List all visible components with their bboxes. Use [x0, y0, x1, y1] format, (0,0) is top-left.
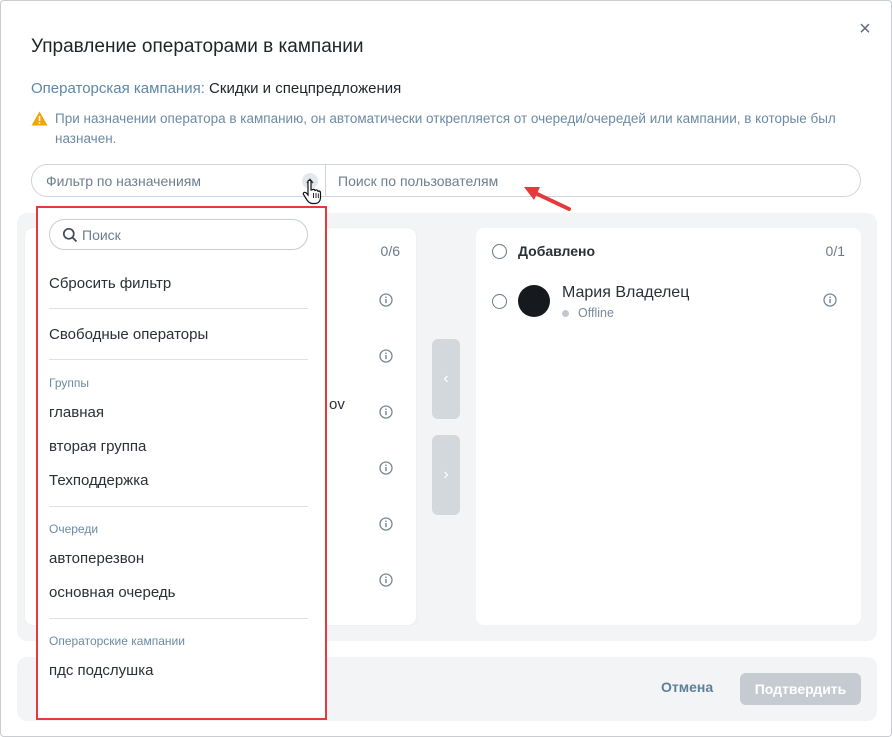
warning-message: При назначении оператора в кампанию, он …: [31, 109, 851, 149]
close-icon[interactable]: ×: [855, 19, 875, 39]
info-icon[interactable]: [379, 293, 393, 307]
confirm-button[interactable]: Подтвердить: [740, 673, 861, 705]
filter-bar: Фильтр по назначениям Поиск по пользоват…: [31, 164, 861, 197]
hand-cursor-icon: [302, 179, 322, 205]
annotation-arrow-icon: [524, 187, 571, 211]
search-icon: [62, 227, 78, 242]
operator-name-fragment: ov: [329, 396, 345, 413]
user-search-input[interactable]: Поиск по пользователям: [326, 165, 860, 196]
info-icon[interactable]: [823, 293, 837, 307]
divider: [49, 506, 308, 507]
divider: [49, 308, 308, 309]
queues-section-title: Очереди: [49, 522, 99, 536]
operators-modal: × Управление операторами в кампании Опер…: [0, 0, 892, 737]
assignment-filter-select[interactable]: Фильтр по назначениям: [32, 165, 326, 196]
info-icon[interactable]: [379, 517, 393, 531]
campaign-line: Операторская кампания: Скидки и спецпред…: [31, 80, 401, 97]
move-right-button[interactable]: ›: [432, 435, 460, 515]
operator-name: Мария Владелец: [562, 284, 690, 301]
operator-status: Offline: [562, 306, 614, 320]
info-icon[interactable]: [379, 461, 393, 475]
info-icon[interactable]: [379, 573, 393, 587]
assignment-filter-dropdown: Поиск Сбросить фильтр Свободные оператор…: [36, 206, 327, 720]
campaign-label: Операторская кампания:: [31, 80, 205, 97]
cancel-button[interactable]: Отмена: [661, 679, 713, 695]
group-option[interactable]: главная: [49, 404, 104, 421]
warning-text: При назначении оператора в кампанию, он …: [55, 111, 836, 146]
free-operators-option[interactable]: Свободные операторы: [49, 326, 208, 343]
campaign-option[interactable]: пдс подслушка: [49, 662, 153, 679]
select-all-checkbox[interactable]: [492, 244, 507, 259]
added-header-label: Добавлено: [518, 243, 596, 259]
info-icon[interactable]: [379, 349, 393, 363]
operator-status-text: Offline: [578, 306, 614, 320]
added-operators-card: Добавлено 0/1 Мария Владелец Offline: [476, 228, 861, 625]
divider: [49, 618, 308, 619]
modal-title: Управление операторами в кампании: [31, 36, 364, 57]
divider: [49, 359, 308, 360]
filter-placeholder: Фильтр по назначениям: [46, 172, 202, 189]
info-icon[interactable]: [379, 405, 393, 419]
campaign-value: Скидки и спецпредложения: [209, 80, 402, 97]
queue-option[interactable]: автоперезвон: [49, 550, 144, 567]
dropdown-search-placeholder: Поиск: [82, 226, 121, 243]
groups-section-title: Группы: [49, 376, 89, 390]
avatar: [518, 285, 550, 317]
warning-icon: [31, 111, 49, 149]
group-option[interactable]: вторая группа: [49, 438, 146, 455]
operator-checkbox[interactable]: [492, 294, 507, 309]
available-count: 0/6: [380, 243, 400, 259]
status-dot-icon: [562, 309, 569, 317]
campaigns-section-title: Операторские кампании: [49, 634, 185, 648]
move-left-button[interactable]: ‹: [432, 339, 460, 419]
queue-option[interactable]: основная очередь: [49, 584, 175, 601]
added-count: 0/1: [825, 243, 845, 259]
group-option[interactable]: Техподдержка: [49, 472, 148, 489]
reset-filter-option[interactable]: Сбросить фильтр: [49, 275, 171, 292]
dropdown-search-input[interactable]: Поиск: [49, 219, 308, 250]
